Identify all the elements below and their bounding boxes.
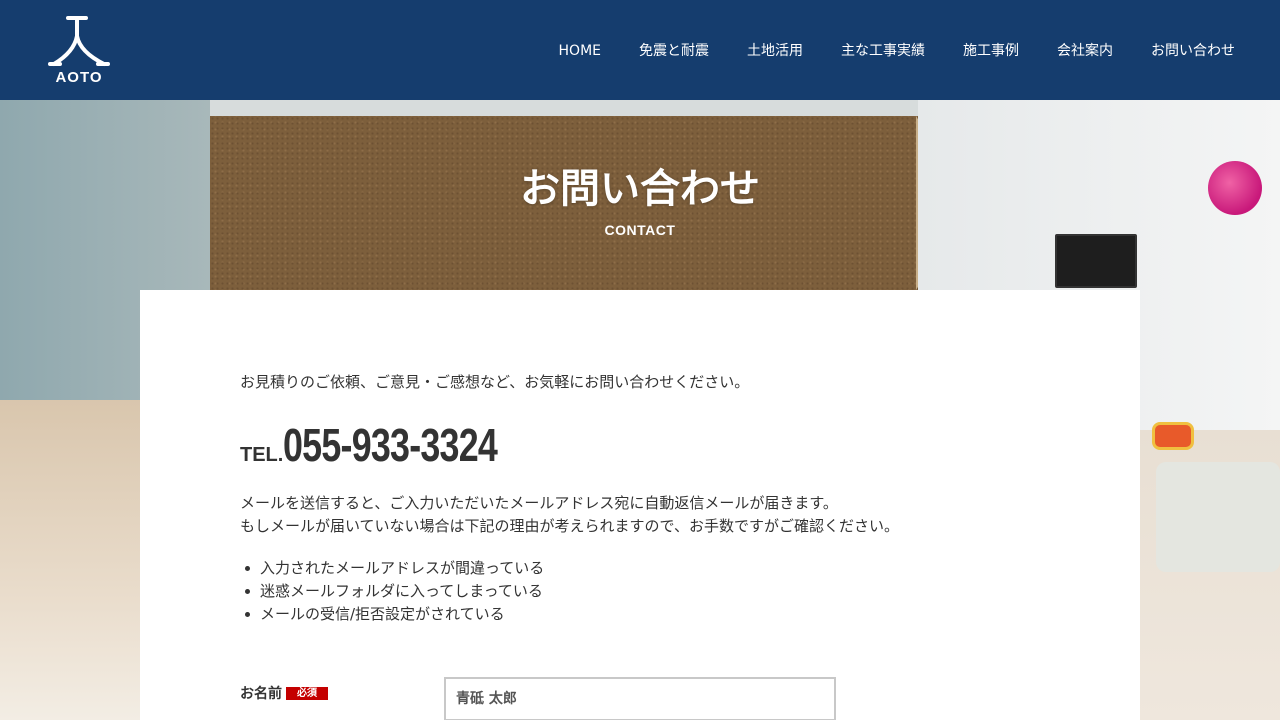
notice-line: もしメールが届いていない場合は下記の理由が考えられますので、お手数ですがご確認く… [240,517,899,535]
site-header: AOTO HOME 免震と耐震 土地活用 主な工事実績 施工事例 会社案内 お問… [0,0,1280,100]
nav-seismic[interactable]: 免震と耐震 [639,41,709,61]
name-input[interactable] [444,677,836,720]
name-label-text: お名前 [240,686,282,702]
phone-number[interactable]: TEL. 055-933-3324 [240,418,558,472]
logo-mark-icon [48,16,110,66]
name-field-label: お名前 必須 [240,683,328,703]
logo-text: AOTO [55,69,103,86]
nav-works[interactable]: 主な工事実績 [841,41,925,61]
intro-text: お見積りのご依頼、ご意見・ご感想など、お気軽にお問い合わせください。 [240,373,750,391]
main-nav: HOME 免震と耐震 土地活用 主な工事実績 施工事例 会社案内 お問い合わせ [559,41,1235,61]
tel-number[interactable]: 055-933-3324 [283,418,498,472]
notice-text: メールを送信すると、ご入力いただいたメールアドレス宛に自動返信メールが届きます。… [240,492,899,538]
nav-contact[interactable]: お問い合わせ [1151,41,1235,61]
contact-card: お見積りのご依頼、ご意見・ご感想など、お気軽にお問い合わせください。 TEL. … [140,290,1140,720]
aoto-logo[interactable]: AOTO [46,16,112,88]
required-badge: 必須 [286,686,328,700]
nav-company[interactable]: 会社案内 [1057,41,1113,61]
tel-label: TEL. [240,444,284,466]
hero-bg-toy [1152,422,1194,450]
nav-land-use[interactable]: 土地活用 [747,41,803,61]
list-item: 迷惑メールフォルダに入ってしまっている [240,580,544,603]
page-subtitle: CONTACT [604,222,676,238]
hero-bg-tv [1055,234,1137,288]
page-title: お問い合わせ [520,166,760,212]
nav-home[interactable]: HOME [559,41,601,61]
nav-cases[interactable]: 施工事例 [963,41,1019,61]
list-item: 入力されたメールアドレスが間違っている [240,557,544,580]
reason-list: 入力されたメールアドレスが間違っている 迷惑メールフォルダに入ってしまっている … [240,557,544,626]
hero-bg-stool [1156,462,1280,572]
notice-line: メールを送信すると、ご入力いただいたメールアドレス宛に自動返信メールが届きます。 [240,494,838,512]
hero-bg-ceiling [210,100,918,116]
list-item: メールの受信/拒否設定がされている [240,603,544,626]
